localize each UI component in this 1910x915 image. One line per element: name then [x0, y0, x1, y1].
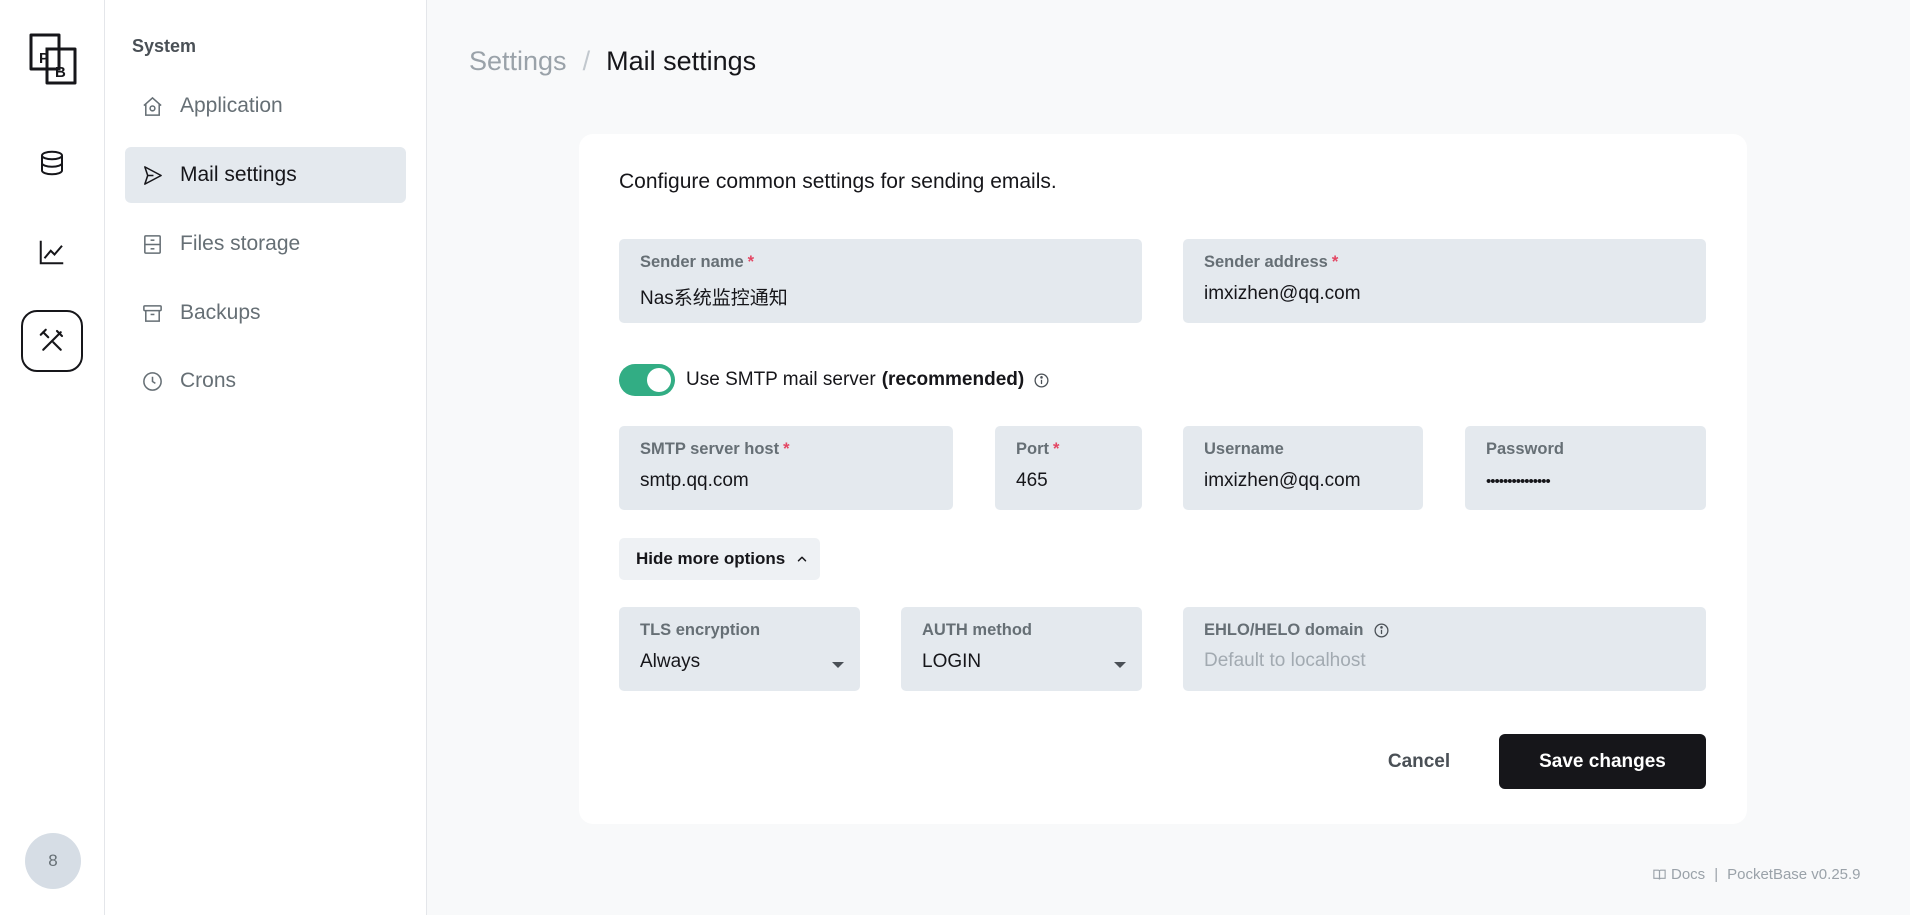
sender-address-field[interactable]: Sender address * imxizhen@qq.com: [1183, 239, 1706, 323]
info-icon[interactable]: [1373, 622, 1390, 639]
sidebar-item-files-storage[interactable]: Files storage: [125, 216, 406, 272]
required-mark: *: [783, 440, 790, 458]
footer: Docs | PocketBase v0.25.9: [1652, 866, 1861, 883]
auth-method-value[interactable]: LOGIN: [922, 651, 981, 673]
sidebar-item-label: Crons: [180, 369, 237, 392]
rail-collections-button[interactable]: [21, 132, 83, 194]
sidebar-section-title: System: [132, 36, 197, 56]
page-title: Mail settings: [606, 46, 757, 76]
tls-encryption-label: TLS encryption: [640, 621, 761, 639]
hide-more-options-label: Hide more options: [636, 549, 786, 568]
sidebar-item-label: Mail settings: [180, 163, 297, 186]
sidebar-item-crons[interactable]: Crons: [125, 353, 406, 409]
hide-more-options-button[interactable]: Hide more options: [619, 538, 820, 580]
sidebar-item-label: Backups: [180, 301, 261, 324]
smtp-toggle-label[interactable]: Use SMTP mail server: [686, 369, 876, 391]
icon-rail: P B 8: [0, 0, 105, 915]
sender-name-value[interactable]: Nas系统监控通知: [640, 283, 788, 310]
cancel-button[interactable]: Cancel: [1369, 734, 1469, 789]
mail-settings-panel: Configure common settings for sending em…: [579, 134, 1747, 824]
settings-sidebar: System Application Mail settings Files s…: [105, 0, 427, 915]
save-changes-button[interactable]: Save changes: [1499, 734, 1706, 789]
chart-line-icon: [39, 240, 64, 265]
tools-icon: [39, 328, 64, 351]
password-label: Password: [1486, 440, 1564, 458]
port-value[interactable]: 465: [1016, 470, 1048, 492]
sidebar-item-application[interactable]: Application: [125, 78, 406, 134]
sender-name-field[interactable]: Sender name * Nas系统监控通知: [619, 239, 1142, 323]
ehlo-domain-field[interactable]: EHLO/HELO domain Default to localhost: [1183, 607, 1706, 691]
smtp-host-label: SMTP server host *: [640, 440, 790, 458]
sender-name-label: Sender name *: [640, 253, 755, 271]
username-label: Username: [1204, 440, 1284, 458]
sidebar-item-mail-settings[interactable]: Mail settings: [125, 147, 406, 203]
auth-method-label: AUTH method: [922, 621, 1032, 639]
port-field[interactable]: Port * 465: [995, 426, 1142, 510]
archive-drawer-icon: [144, 234, 161, 254]
smtp-toggle-row: Use SMTP mail server (recommended): [619, 364, 1050, 396]
inbox-archive-icon: [143, 304, 162, 322]
ehlo-domain-label: EHLO/HELO domain: [1204, 621, 1390, 640]
username-value[interactable]: imxizhen@qq.com: [1204, 470, 1361, 492]
tls-encryption-select[interactable]: TLS encryption Always: [619, 607, 860, 691]
book-icon: [1653, 869, 1666, 880]
smtp-host-field[interactable]: SMTP server host * smtp.qq.com: [619, 426, 953, 510]
auth-method-select[interactable]: AUTH method LOGIN: [901, 607, 1142, 691]
breadcrumb-parent[interactable]: Settings: [469, 46, 567, 77]
toggle-knob: [647, 368, 671, 392]
clock-icon: [143, 371, 162, 391]
svg-text:P: P: [39, 50, 49, 67]
rail-settings-button[interactable]: [21, 310, 83, 372]
password-value[interactable]: •••••••••••••••: [1486, 473, 1551, 490]
required-mark: *: [1053, 440, 1060, 458]
caret-down-icon: [832, 662, 844, 668]
tls-encryption-value[interactable]: Always: [640, 651, 700, 673]
send-plane-icon: [144, 165, 162, 185]
username-field[interactable]: Username imxizhen@qq.com: [1183, 426, 1423, 510]
docs-link[interactable]: Docs: [1671, 866, 1705, 883]
footer-separator: |: [1714, 866, 1719, 883]
port-label: Port *: [1016, 440, 1060, 458]
sidebar-item-label: Application: [180, 94, 283, 117]
home-gear-icon: [143, 96, 162, 116]
smtp-toggle-label-strong[interactable]: (recommended): [882, 369, 1025, 391]
breadcrumb-separator: /: [582, 46, 591, 76]
panel-description: Configure common settings for sending em…: [619, 170, 1057, 193]
sidebar-item-label: Files storage: [180, 232, 301, 255]
caret-down-icon: [1114, 662, 1126, 668]
pocketbase-logo[interactable]: P B: [27, 33, 79, 85]
smtp-host-value[interactable]: smtp.qq.com: [640, 470, 749, 492]
svg-text:B: B: [55, 64, 66, 81]
required-mark: *: [747, 253, 755, 271]
info-icon[interactable]: [1033, 372, 1050, 389]
sender-address-label: Sender address *: [1204, 253, 1339, 271]
chevron-up-icon: [797, 556, 807, 562]
ehlo-domain-placeholder[interactable]: Default to localhost: [1204, 650, 1366, 672]
password-field[interactable]: Password •••••••••••••••: [1465, 426, 1706, 510]
smtp-toggle[interactable]: [619, 364, 675, 396]
sender-address-value[interactable]: imxizhen@qq.com: [1204, 283, 1361, 305]
sidebar-item-backups[interactable]: Backups: [125, 285, 406, 341]
required-mark: *: [1331, 253, 1339, 271]
database-icon: [41, 150, 63, 176]
rail-logs-button[interactable]: [21, 221, 83, 283]
avatar[interactable]: 8: [25, 833, 81, 889]
version-text[interactable]: PocketBase v0.25.9: [1727, 866, 1860, 883]
breadcrumb: Settings / Mail settings: [469, 46, 756, 77]
